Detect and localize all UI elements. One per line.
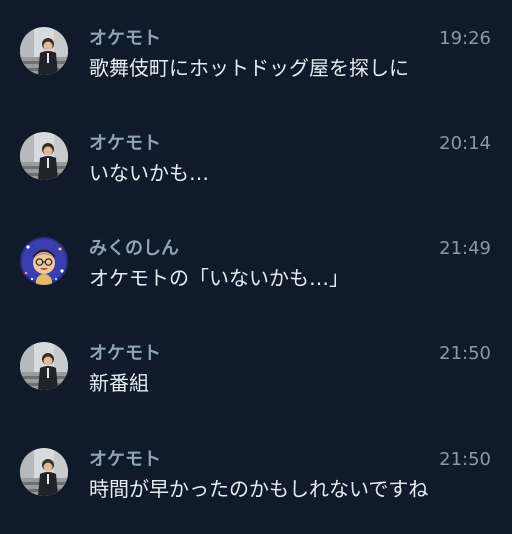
- message-text: 時間が早かったのかもしれないですね: [89, 477, 429, 501]
- message-text: オケモトの「いないかも…」: [89, 266, 349, 290]
- message-text: いないかも…: [89, 161, 209, 185]
- chat-message[interactable]: オケモト 20:14 いないかも…: [0, 132, 512, 212]
- illustrated-face-avatar[interactable]: [20, 237, 68, 285]
- person-photo-avatar[interactable]: [20, 342, 68, 390]
- sender-name[interactable]: みくのしん: [89, 237, 179, 261]
- chat-message[interactable]: みくのしん 21:49 オケモトの「いないかも…」: [0, 237, 512, 317]
- message-text: 歌舞伎町にホットドッグ屋を探しに: [89, 56, 409, 80]
- chat-message[interactable]: オケモト 21:50 新番組: [0, 342, 512, 422]
- person-photo-avatar[interactable]: [20, 27, 68, 75]
- message-timestamp: 21:50: [439, 449, 491, 470]
- sender-name[interactable]: オケモト: [89, 342, 161, 366]
- person-photo-avatar[interactable]: [20, 448, 68, 496]
- chat-message[interactable]: オケモト 19:26 歌舞伎町にホットドッグ屋を探しに: [0, 27, 512, 107]
- chat-message-list: オケモト 19:26 歌舞伎町にホットドッグ屋を探しに オケモト 20:14 い…: [0, 0, 512, 534]
- message-timestamp: 21:50: [439, 343, 491, 364]
- message-timestamp: 21:49: [439, 238, 491, 259]
- sender-name[interactable]: オケモト: [89, 448, 161, 472]
- message-timestamp: 20:14: [439, 133, 491, 154]
- sender-name[interactable]: オケモト: [89, 132, 161, 156]
- message-text: 新番組: [89, 371, 149, 395]
- chat-message[interactable]: オケモト 21:50 時間が早かったのかもしれないですね: [0, 448, 512, 528]
- message-timestamp: 19:26: [439, 28, 491, 49]
- sender-name[interactable]: オケモト: [89, 27, 161, 51]
- person-photo-avatar[interactable]: [20, 132, 68, 180]
